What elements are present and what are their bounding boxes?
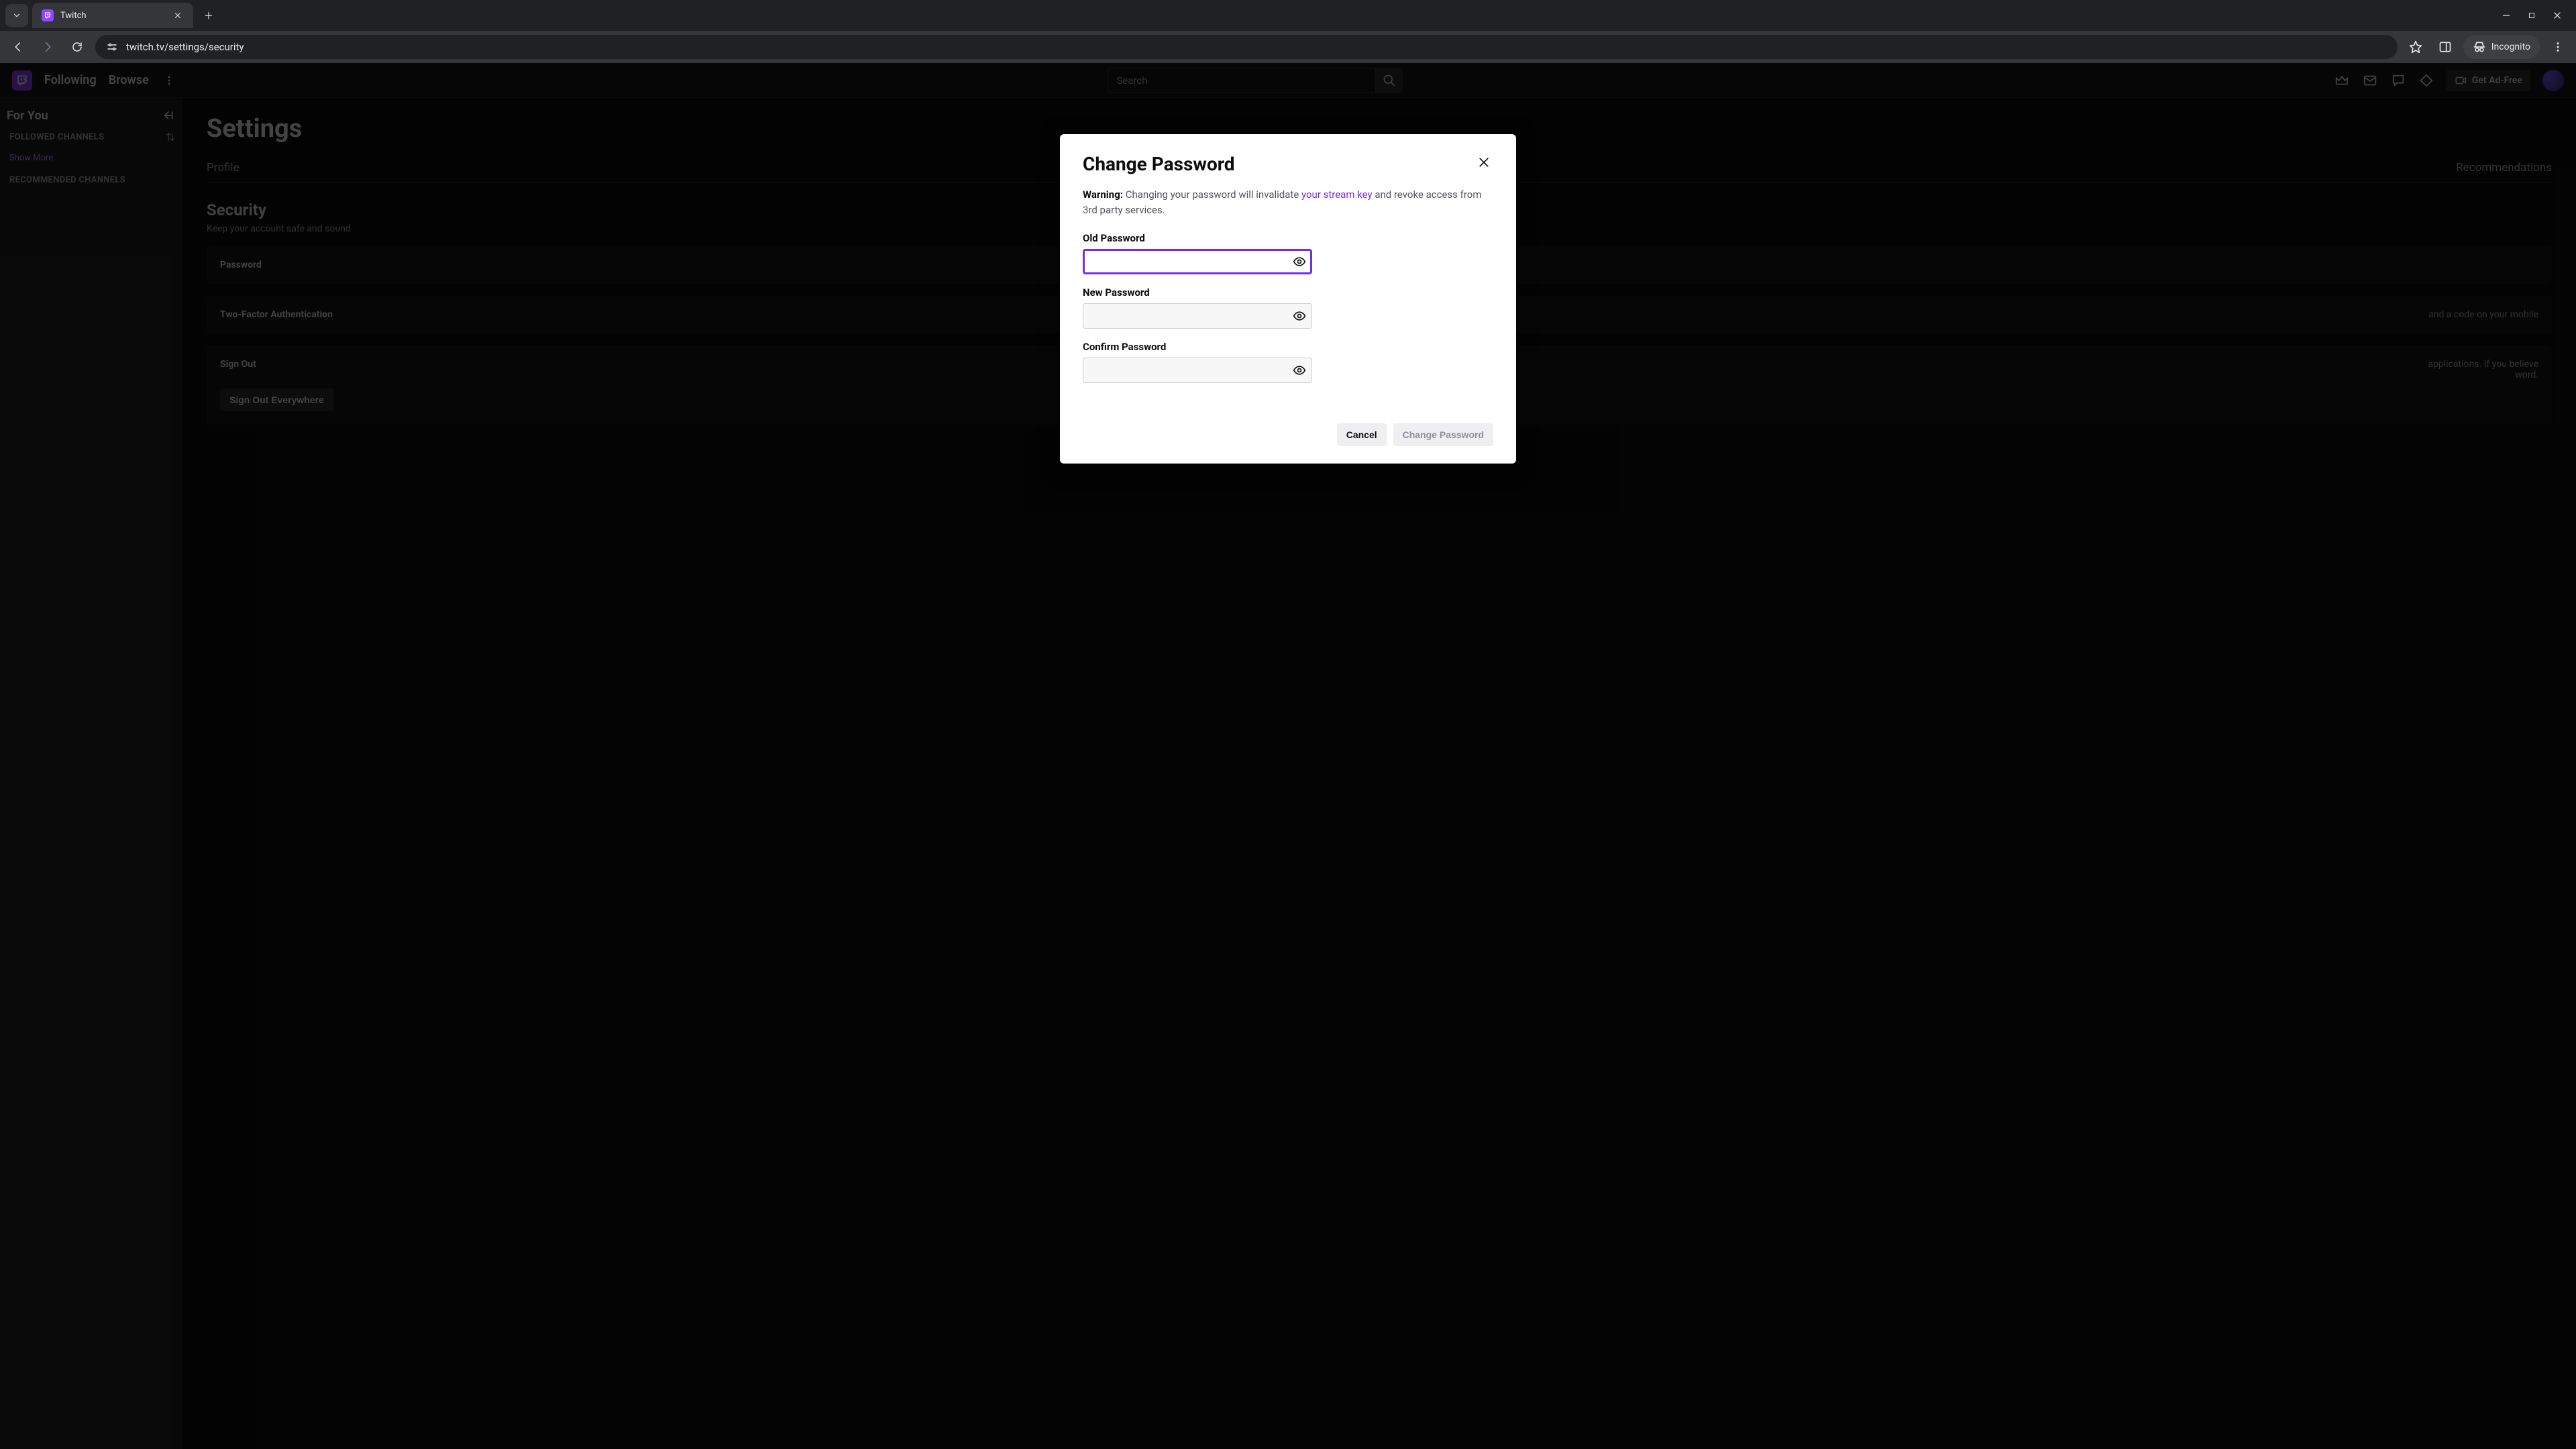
close-icon	[1477, 156, 1491, 169]
old-password-label: Old Password	[1083, 232, 1493, 244]
arrow-left-icon	[12, 41, 24, 53]
confirm-password-label: Confirm Password	[1083, 341, 1493, 353]
site-controls-icon[interactable]	[105, 40, 119, 54]
cancel-button[interactable]: Cancel	[1337, 423, 1387, 446]
incognito-label: Incognito	[2491, 42, 2530, 52]
change-password-modal: Change Password Warning: Changing your p…	[1060, 134, 1516, 464]
modal-warning: Warning: Changing your password will inv…	[1083, 187, 1493, 217]
incognito-indicator[interactable]: Incognito	[2463, 35, 2540, 59]
browser-menu-button[interactable]	[2546, 36, 2569, 58]
url-text: twitch.tv/settings/security	[126, 41, 244, 53]
new-password-input[interactable]	[1083, 303, 1312, 329]
plus-icon	[204, 11, 213, 20]
kebab-icon	[2552, 41, 2564, 53]
reload-button[interactable]	[66, 36, 89, 58]
browser-toolbar: twitch.tv/settings/security Incognito	[0, 31, 2576, 63]
new-password-label: New Password	[1083, 286, 1493, 299]
confirm-password-input[interactable]	[1083, 358, 1312, 383]
tab-close-button[interactable]	[172, 9, 184, 21]
panel-icon	[2438, 40, 2452, 54]
address-bar[interactable]: twitch.tv/settings/security	[95, 35, 2398, 59]
window-minimize-button[interactable]	[2501, 10, 2512, 21]
bookmark-button[interactable]	[2404, 36, 2427, 58]
eye-icon	[1293, 255, 1306, 268]
warning-text-pre: Changing your password will invalidate	[1126, 189, 1301, 201]
tab-title: Twitch	[60, 11, 165, 21]
window-maximize-button[interactable]	[2526, 10, 2537, 21]
modal-title: Change Password	[1083, 153, 1235, 175]
browser-tab-strip: Twitch	[0, 0, 2576, 31]
tab-search-button[interactable]	[5, 4, 28, 27]
browser-tab[interactable]: Twitch	[32, 3, 193, 28]
toggle-confirm-password-visibility[interactable]	[1292, 363, 1307, 378]
back-button[interactable]	[7, 36, 30, 58]
reload-icon	[71, 41, 83, 53]
twitch-favicon	[42, 9, 54, 21]
chevron-down-icon	[12, 11, 21, 20]
toggle-new-password-visibility[interactable]	[1292, 309, 1307, 323]
warning-label: Warning:	[1083, 189, 1123, 201]
old-password-input[interactable]	[1083, 249, 1312, 274]
toggle-old-password-visibility[interactable]	[1292, 254, 1307, 269]
forward-button[interactable]	[36, 36, 59, 58]
new-tab-button[interactable]	[199, 5, 219, 25]
eye-icon	[1293, 309, 1306, 323]
close-icon	[174, 11, 182, 19]
stream-key-link[interactable]: your stream key	[1301, 189, 1373, 201]
close-icon	[2553, 11, 2562, 20]
eye-icon	[1293, 364, 1306, 377]
change-password-button[interactable]: Change Password	[1393, 423, 1493, 446]
window-close-button[interactable]	[2552, 10, 2563, 21]
incognito-icon	[2473, 40, 2486, 54]
arrow-right-icon	[42, 41, 54, 53]
minimize-icon	[2502, 11, 2511, 20]
side-panel-button[interactable]	[2434, 36, 2457, 58]
modal-close-button[interactable]	[1474, 153, 1493, 172]
star-icon	[2409, 40, 2422, 54]
maximize-icon	[2528, 11, 2536, 19]
